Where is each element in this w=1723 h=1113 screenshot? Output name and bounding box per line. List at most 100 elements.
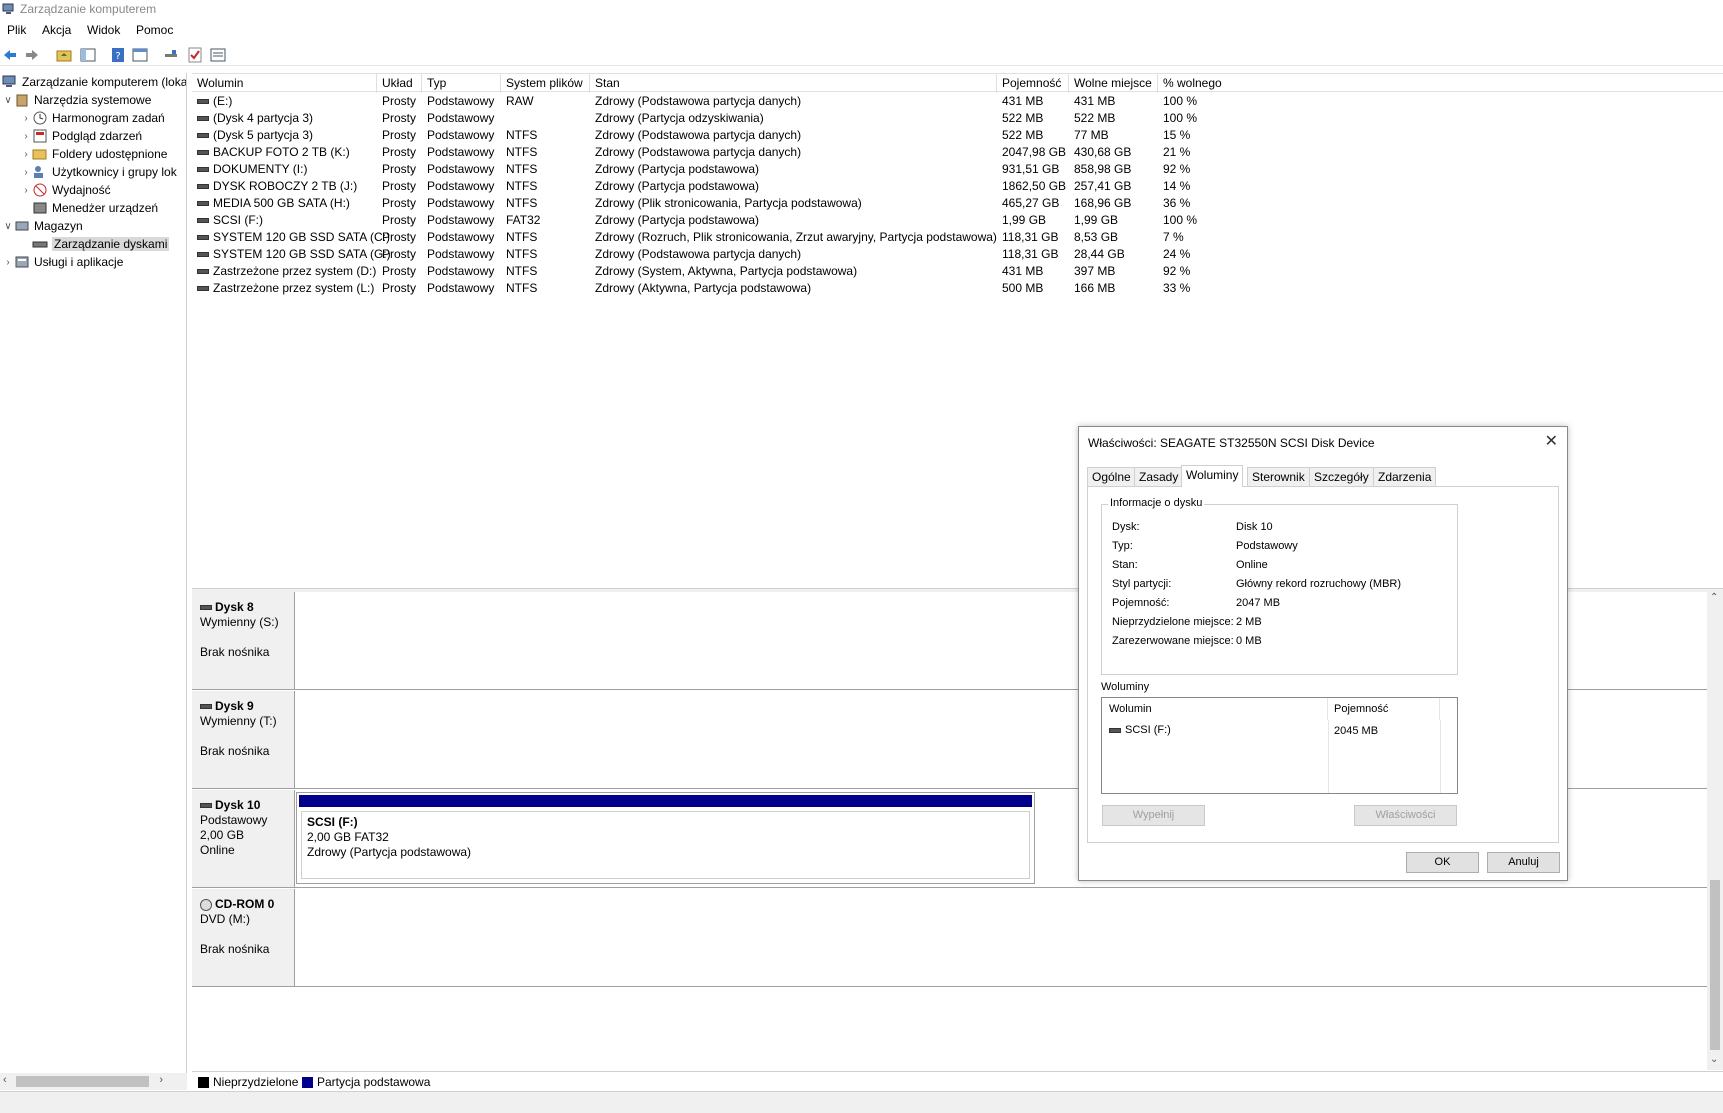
scrollbar-thumb[interactable]: [16, 1076, 149, 1087]
info-label: Styl partycji:: [1112, 578, 1172, 590]
tree-horizontal-scrollbar[interactable]: ‹ ›: [0, 1073, 187, 1090]
up-folder-icon[interactable]: [56, 47, 72, 63]
tree-item-event-viewer[interactable]: › Podgląd zdarzeń: [20, 127, 142, 145]
tab-driver[interactable]: Sterownik: [1247, 467, 1310, 486]
legend: Nieprzydzielone Partycja podstawowa: [192, 1071, 1723, 1091]
tree-item-disk-management[interactable]: Zarządzanie dyskami: [32, 235, 170, 253]
column-header-layout[interactable]: Układ: [377, 74, 422, 93]
disk-state: Brak nośnika: [200, 744, 270, 758]
tree-item-local-users[interactable]: › Użytkownicy i grupy lok: [20, 163, 176, 181]
properties-button[interactable]: Właściwości: [1354, 805, 1457, 826]
tree-item-storage[interactable]: ∨ Magazyn: [2, 217, 82, 235]
volume-row[interactable]: SCSI (F:): [1109, 724, 1171, 736]
table-row[interactable]: BACKUP FOTO 2 TB (K:) Prosty Podstawowy NTF…: [192, 144, 1723, 161]
vol-column-header-volume[interactable]: Wolumin: [1102, 698, 1328, 720]
device-manager-icon: [33, 202, 47, 214]
menu-file[interactable]: Plik: [7, 23, 26, 37]
cancel-button[interactable]: Anuluj: [1487, 852, 1560, 873]
disk-view-vertical-scrollbar[interactable]: ⌃ ⌄: [1707, 592, 1723, 1070]
disk-name: CD-ROM 0: [215, 897, 275, 911]
tree-item-device-manager[interactable]: Menedżer urządzeń: [32, 199, 158, 217]
tree-label: Narzędzia systemowe: [34, 93, 152, 107]
expand-arrow-icon[interactable]: ›: [20, 185, 32, 196]
check-icon[interactable]: [187, 47, 203, 63]
table-cell: 2047,98 GB: [997, 144, 1066, 161]
expand-arrow-icon[interactable]: ›: [20, 149, 32, 160]
tree-item-performance[interactable]: › Wydajność: [20, 181, 110, 199]
back-arrow-icon[interactable]: [2, 47, 18, 63]
tab-details[interactable]: Szczegóły: [1309, 467, 1374, 486]
scroll-right-icon[interactable]: ›: [159, 1074, 163, 1086]
column-header-percent-free[interactable]: % wolnego: [1158, 74, 1723, 93]
menu-action[interactable]: Akcja: [42, 23, 71, 37]
table-cell: NTFS: [501, 229, 537, 246]
table-row[interactable]: DYSK ROBOCZY 2 TB (J:) Prosty Podstawowy NT…: [192, 178, 1723, 195]
column-header-volume[interactable]: Wolumin: [192, 74, 377, 93]
table-row[interactable]: (Dysk 5 partycja 3) Prosty Podstawowy NTFS Z…: [192, 127, 1723, 144]
tree-item-computer-management[interactable]: Zarządzanie komputerem (loka: [2, 73, 186, 91]
tab-general[interactable]: Ogólne: [1087, 467, 1136, 486]
connect-icon[interactable]: [163, 47, 179, 63]
disk-label[interactable]: CD-ROM 0 DVD (M:) Brak nośnika: [192, 889, 295, 986]
show-hide-tree-icon[interactable]: [80, 47, 96, 63]
collapse-arrow-icon[interactable]: ∨: [2, 95, 14, 106]
disk-label[interactable]: Dysk 8 Wymienny (S:) Brak nośnika: [192, 592, 295, 689]
cell-text: NTFS: [506, 281, 538, 295]
table-row[interactable]: MEDIA 500 GB SATA (H:) Prosty Podstawowy NT…: [192, 195, 1723, 212]
column-header-type[interactable]: Typ: [422, 74, 501, 93]
column-header-filesystem[interactable]: System plików: [501, 74, 590, 93]
table-cell: Zdrowy (Partycja podstawowa): [590, 178, 759, 195]
column-header-status[interactable]: Stan: [590, 74, 997, 93]
expand-arrow-icon[interactable]: ›: [20, 167, 32, 178]
table-cell: Zdrowy (System, Aktywna, Partycja podsta…: [590, 263, 857, 280]
table-row[interactable]: DOKUMENTY (I:) Prosty Podstawowy NTFS Zdrowy…: [192, 161, 1723, 178]
table-cell: 24 %: [1158, 246, 1190, 263]
collapse-arrow-icon[interactable]: ∨: [2, 221, 14, 232]
disk-label[interactable]: Dysk 9 Wymienny (T:) Brak nośnika: [192, 691, 295, 788]
column-header-free-space[interactable]: Wolne miejsce: [1069, 74, 1158, 93]
partition-scsi-f[interactable]: SCSI (F:) 2,00 GB FAT32 Zdrowy (Partycja…: [296, 792, 1035, 884]
expand-arrow-icon[interactable]: ›: [20, 131, 32, 142]
vol-column-header-capacity[interactable]: Pojemność: [1328, 698, 1440, 720]
tab-policies[interactable]: Zasady: [1134, 467, 1184, 486]
expand-arrow-icon[interactable]: ›: [2, 257, 14, 268]
close-icon[interactable]: ✕: [1545, 431, 1558, 451]
forward-arrow-icon[interactable]: [24, 47, 40, 63]
populate-button[interactable]: Wypełnij: [1102, 805, 1205, 826]
table-row[interactable]: SYSTEM 120 GB SSD SATA (G:) Prosty Podstaw…: [192, 246, 1723, 263]
table-row[interactable]: SYSTEM 120 GB SSD SATA (C:) Prosty Podstaw…: [192, 229, 1723, 246]
volumes-listview[interactable]: Wolumin Pojemność SCSI (F:) 2045 MB: [1101, 697, 1458, 794]
column-header-capacity[interactable]: Pojemność: [997, 74, 1069, 93]
table-row[interactable]: Zastrzeżone przez system (L:) Prosty Podst…: [192, 280, 1723, 297]
cell-text: 100 %: [1163, 213, 1198, 227]
table-row[interactable]: Zastrzeżone przez system (D:) Prosty Podst…: [192, 263, 1723, 280]
menu-view[interactable]: Widok: [87, 23, 120, 37]
table-row[interactable]: (E:) Prosty Podstawowy RAW Zdrowy (Podstawow…: [192, 93, 1723, 110]
help-icon[interactable]: ?: [110, 47, 126, 63]
expand-arrow-icon[interactable]: ›: [20, 113, 32, 124]
partition-label: SCSI (F:): [307, 815, 358, 829]
table-cell: 92 %: [1158, 263, 1190, 280]
menu-help[interactable]: Pomoc: [136, 23, 173, 37]
disk-label[interactable]: Dysk 10 Podstawowy 2,00 GB Online: [192, 790, 295, 887]
tab-events[interactable]: Zdarzenia: [1373, 467, 1437, 486]
ok-button[interactable]: OK: [1406, 852, 1479, 873]
scroll-up-icon[interactable]: ⌃: [1710, 592, 1718, 603]
tree-item-task-scheduler[interactable]: › Harmonogram zadań: [20, 109, 164, 127]
tree-item-services[interactable]: › Usługi i aplikacje: [2, 253, 123, 271]
table-row[interactable]: (Dysk 4 partycja 3) Prosty Podstawowy Zdrow…: [192, 110, 1723, 127]
table-row[interactable]: SCSI (F:) Prosty Podstawowy FAT32 Zdrowy (Pa…: [192, 212, 1723, 229]
table-cell: BACKUP FOTO 2 TB (K:): [192, 144, 350, 161]
scroll-left-icon[interactable]: ‹: [3, 1074, 7, 1086]
scroll-down-icon[interactable]: ⌄: [1710, 1054, 1718, 1065]
tree-item-shared-folders[interactable]: › Foldery udostępnione: [20, 145, 167, 163]
tab-volumes[interactable]: Woluminy: [1181, 465, 1244, 487]
cell-text: Prosty: [382, 145, 417, 159]
properties-icon[interactable]: [132, 47, 148, 63]
cell-text: Zastrzeżone przez system (L:): [213, 281, 375, 295]
scrollbar-thumb[interactable]: [1710, 880, 1720, 1050]
tree-item-system-tools[interactable]: ∨ Narzędzia systemowe: [2, 91, 151, 109]
list-icon[interactable]: [210, 47, 226, 63]
cell-text: NTFS: [506, 230, 538, 244]
table-cell: Prosty: [377, 246, 416, 263]
